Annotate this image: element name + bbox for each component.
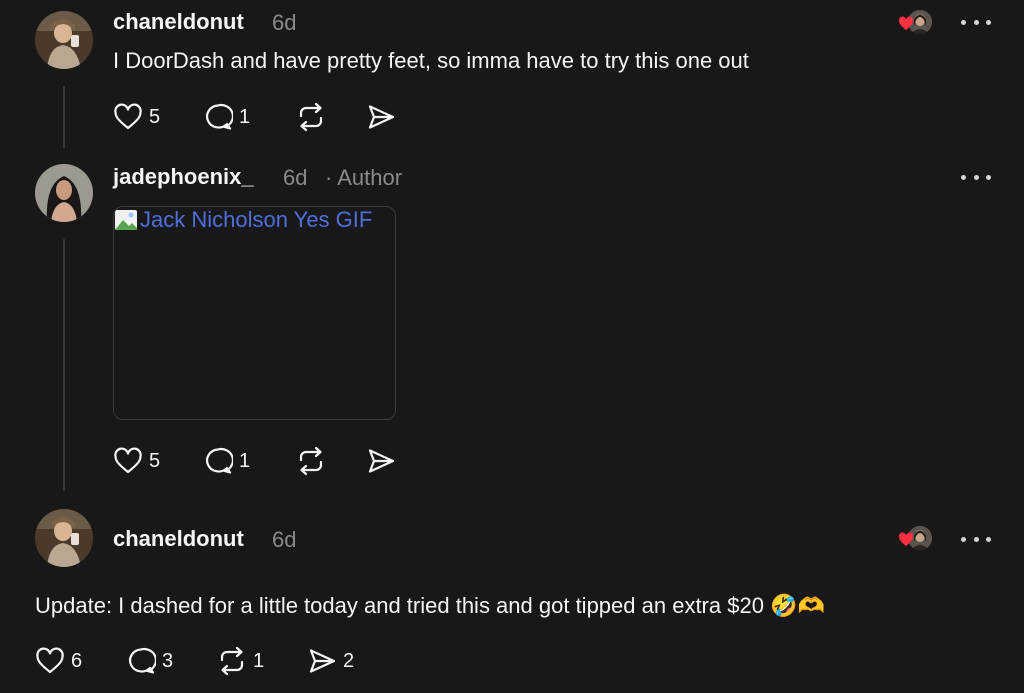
- repost-count: 1: [253, 649, 265, 672]
- reply-count: 1: [239, 449, 251, 472]
- more-dot: [986, 19, 991, 25]
- more-dot: [961, 19, 966, 25]
- avatar-chaneldonut[interactable]: [35, 11, 93, 69]
- more-dot: [973, 536, 979, 542]
- paper-plane-icon: [309, 649, 336, 673]
- username[interactable]: chaneldonut: [113, 9, 244, 35]
- thread-line: [63, 86, 65, 148]
- share-button[interactable]: [366, 102, 396, 132]
- timestamp: 6d: [283, 165, 308, 190]
- share-count: 2: [343, 649, 355, 672]
- timestamp: 6d: [272, 10, 297, 35]
- more-options-button[interactable]: [961, 16, 991, 28]
- like-button[interactable]: 5: [113, 102, 160, 132]
- more-options-button[interactable]: [961, 533, 991, 545]
- heart-outline-icon: [114, 103, 142, 130]
- share-button[interactable]: 2: [307, 646, 354, 676]
- gif-alt-text: Jack Nicholson Yes GIF: [114, 207, 372, 233]
- like-button[interactable]: 5: [113, 446, 160, 476]
- gif-alt-label: Jack Nicholson Yes GIF: [140, 207, 373, 232]
- thread-line: [63, 239, 65, 491]
- more-dot: [961, 174, 966, 180]
- avatar-chaneldonut[interactable]: [35, 509, 93, 567]
- more-options-button[interactable]: [961, 171, 991, 183]
- gif-attachment[interactable]: Jack Nicholson Yes GIF: [113, 206, 396, 420]
- repost-arrows-icon: [220, 646, 244, 676]
- liked-by-author-badge: [898, 10, 932, 40]
- paper-plane-icon: [368, 449, 395, 473]
- avatar-jadephoenix[interactable]: [35, 164, 93, 222]
- author-tag: · Author: [325, 165, 403, 190]
- reply-button[interactable]: 1: [203, 102, 250, 132]
- username[interactable]: jadephoenix_: [113, 164, 254, 190]
- reply-button[interactable]: 1: [203, 446, 250, 476]
- reply-button[interactable]: 3: [126, 646, 173, 676]
- speech-bubble-icon: [206, 103, 233, 130]
- repost-arrows-icon: [299, 446, 323, 476]
- like-count: 5: [149, 449, 161, 472]
- broken-image-icon: [115, 210, 137, 230]
- avatar-photo-icon: [35, 164, 93, 222]
- more-dot: [961, 536, 966, 542]
- repost-button[interactable]: [296, 446, 326, 476]
- comment-text: Update: I dashed for a little today and …: [35, 593, 825, 618]
- timestamp: 6d: [272, 527, 297, 552]
- like-count: 6: [71, 649, 83, 672]
- more-dot: [973, 174, 979, 180]
- repost-button[interactable]: 1: [217, 646, 264, 676]
- speech-bubble-icon: [129, 647, 156, 674]
- speech-bubble-icon: [206, 447, 233, 474]
- more-dot: [973, 19, 979, 25]
- repost-button[interactable]: [296, 102, 326, 132]
- heart-outline-icon: [36, 647, 64, 674]
- comment-text: I DoorDash and have pretty feet, so imma…: [113, 48, 749, 73]
- heart-outline-icon: [114, 447, 142, 474]
- avatar-photo-icon: [35, 11, 93, 69]
- reply-count: 1: [239, 105, 251, 128]
- paper-plane-icon: [368, 105, 395, 129]
- share-button[interactable]: [366, 446, 396, 476]
- avatar-photo-icon: [35, 509, 93, 567]
- repost-arrows-icon: [299, 102, 323, 132]
- reply-count: 3: [162, 649, 174, 672]
- liked-by-author-badge: [898, 526, 932, 556]
- more-dot: [986, 536, 991, 542]
- username[interactable]: chaneldonut: [113, 526, 244, 552]
- heart-filled-icon: [898, 532, 914, 546]
- heart-filled-icon: [898, 16, 914, 30]
- like-button[interactable]: 6: [35, 646, 82, 676]
- more-dot: [986, 174, 991, 180]
- like-count: 5: [149, 105, 161, 128]
